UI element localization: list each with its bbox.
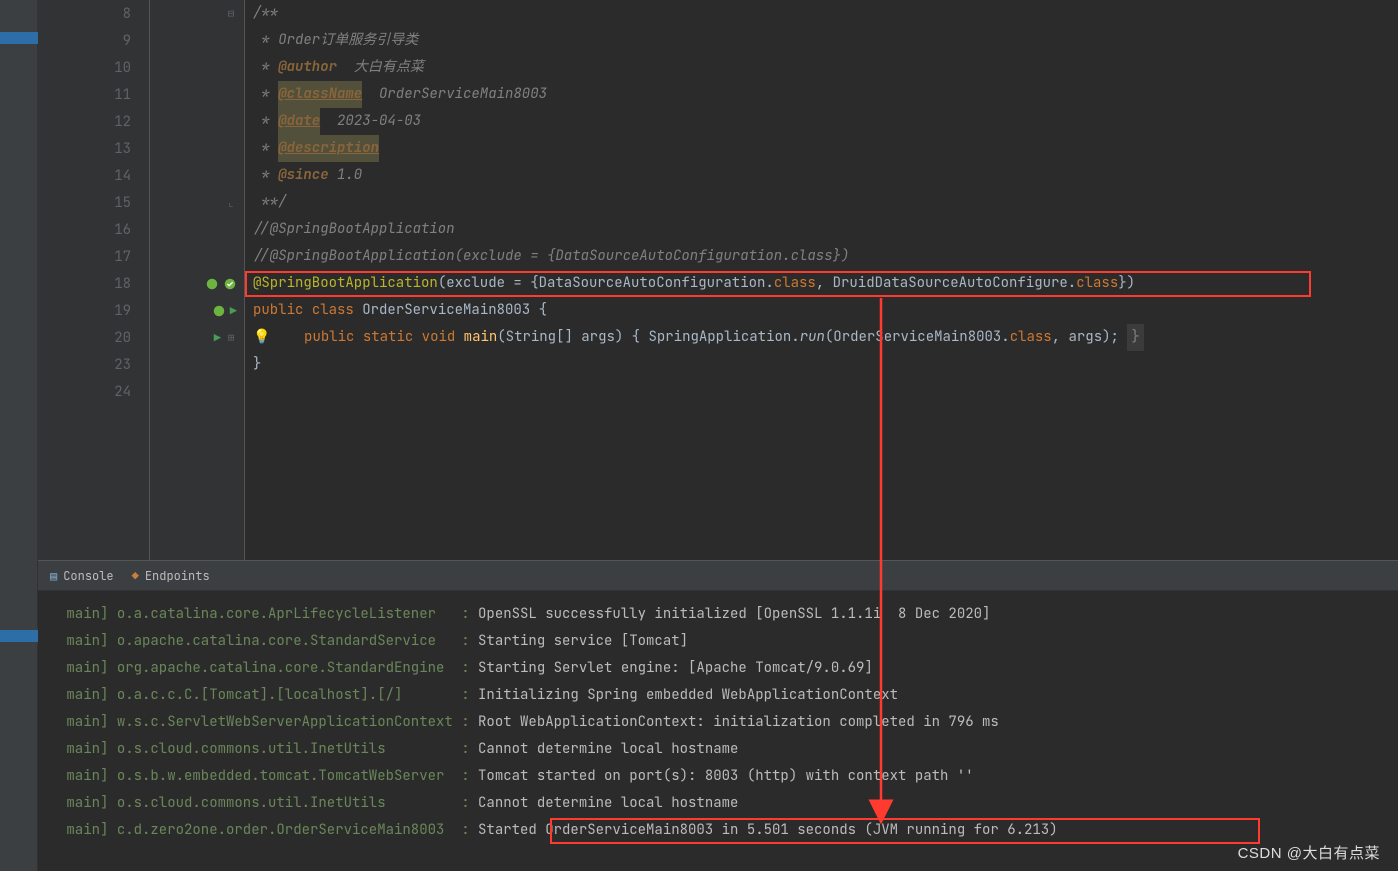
console-line: main] c.d.zero2one.order.OrderServiceMai… <box>38 817 1398 844</box>
run-gutter-icon[interactable]: ▶ <box>214 330 221 346</box>
code-text: * <box>253 108 278 135</box>
bottom-panel: ▤ Console ◆ Endpoints main] o.a.catalina… <box>38 560 1398 871</box>
spring-run-icon[interactable] <box>212 304 226 318</box>
line-number[interactable]: 18 <box>38 270 149 297</box>
line-number[interactable]: 15 <box>38 189 149 216</box>
console-line: main] o.a.catalina.core.AprLifecycleList… <box>38 601 1398 628</box>
fold-end-icon: ⌞ <box>225 196 237 210</box>
line-number-gutter[interactable]: 8 9 10 11 12 13 14 15 16 17 18 19 20 23 … <box>38 0 150 560</box>
line-number[interactable]: 24 <box>38 378 149 405</box>
console-line: main] o.apache.catalina.core.StandardSer… <box>38 628 1398 655</box>
spring-bean-icon[interactable] <box>205 277 219 291</box>
console-line: main] org.apache.catalina.core.StandardE… <box>38 655 1398 682</box>
endpoints-icon: ◆ <box>132 568 139 584</box>
console-line: main] o.s.cloud.commons.util.InetUtils :… <box>38 736 1398 763</box>
line-number[interactable]: 14 <box>38 162 149 189</box>
code-text: } <box>253 351 261 378</box>
intention-bulb-icon[interactable]: 💡 <box>253 324 270 351</box>
console-line: main] w.s.c.ServletWebServerApplicationC… <box>38 709 1398 736</box>
line-number[interactable]: 17 <box>38 243 149 270</box>
code-text: //@SpringBootApplication <box>253 216 455 243</box>
panel-tab-bar: ▤ Console ◆ Endpoints <box>38 561 1398 591</box>
code-text: //@SpringBootApplication(exclude = {Data… <box>253 243 849 270</box>
line-number[interactable]: 13 <box>38 135 149 162</box>
line-number[interactable]: 9 <box>38 27 149 54</box>
code-editor[interactable]: 8 9 10 11 12 13 14 15 16 17 18 19 20 23 … <box>38 0 1398 560</box>
javadoc-tag: @author <box>278 54 337 81</box>
console-line: main] o.a.c.c.C.[Tomcat].[localhost].[/]… <box>38 682 1398 709</box>
tab-endpoints[interactable]: ◆ Endpoints <box>132 568 210 584</box>
code-text: * <box>253 81 278 108</box>
scrollbar-marker <box>0 630 38 642</box>
watermark-text: CSDN @大白有点菜 <box>1238 842 1380 863</box>
annotation: @SpringBootApplication <box>253 270 438 297</box>
highlighted-line: @SpringBootApplication(exclude = {DataSo… <box>245 270 1398 297</box>
javadoc-tag: @since <box>278 162 328 189</box>
code-area[interactable]: /** * Order订单服务引导类 * @author 大白有点菜 * @cl… <box>245 0 1398 560</box>
line-number[interactable]: 19 <box>38 297 149 324</box>
run-gutter-icon[interactable]: ▶ <box>230 303 237 319</box>
javadoc-tag: @description <box>278 135 379 162</box>
console-output[interactable]: main] o.a.catalina.core.AprLifecycleList… <box>38 591 1398 844</box>
code-text: **/ <box>253 189 287 216</box>
console-line: main] o.s.b.w.embedded.tomcat.TomcatWebS… <box>38 763 1398 790</box>
code-text: /** <box>253 0 278 27</box>
line-number[interactable]: 10 <box>38 54 149 81</box>
scrollbar-marker <box>0 32 38 44</box>
line-number[interactable]: 16 <box>38 216 149 243</box>
line-number[interactable]: 8 <box>38 0 149 27</box>
console-icon: ▤ <box>50 568 57 584</box>
console-line: main] o.s.cloud.commons.util.InetUtils :… <box>38 790 1398 817</box>
code-text: * <box>253 162 278 189</box>
line-number[interactable]: 12 <box>38 108 149 135</box>
code-text: * <box>253 135 278 162</box>
code-text: * <box>253 54 278 81</box>
line-number[interactable]: 20 <box>38 324 149 351</box>
javadoc-tag: @className <box>278 81 362 108</box>
line-number[interactable]: 11 <box>38 81 149 108</box>
folded-block[interactable]: } <box>1127 324 1143 351</box>
fold-toggle-icon[interactable]: ⊟ <box>225 7 237 21</box>
line-number[interactable]: 23 <box>38 351 149 378</box>
javadoc-tag: @date <box>278 108 320 135</box>
spring-config-icon[interactable] <box>223 277 237 291</box>
tab-console[interactable]: ▤ Console <box>50 568 114 584</box>
code-text: * Order订单服务引导类 <box>253 27 418 54</box>
fold-toggle-icon[interactable]: ⊞ <box>225 331 237 345</box>
gutter-icons[interactable]: ⊟ ⌞ ▶ ▶ ⊞ <box>150 0 245 560</box>
tool-window-bar[interactable] <box>0 0 38 871</box>
